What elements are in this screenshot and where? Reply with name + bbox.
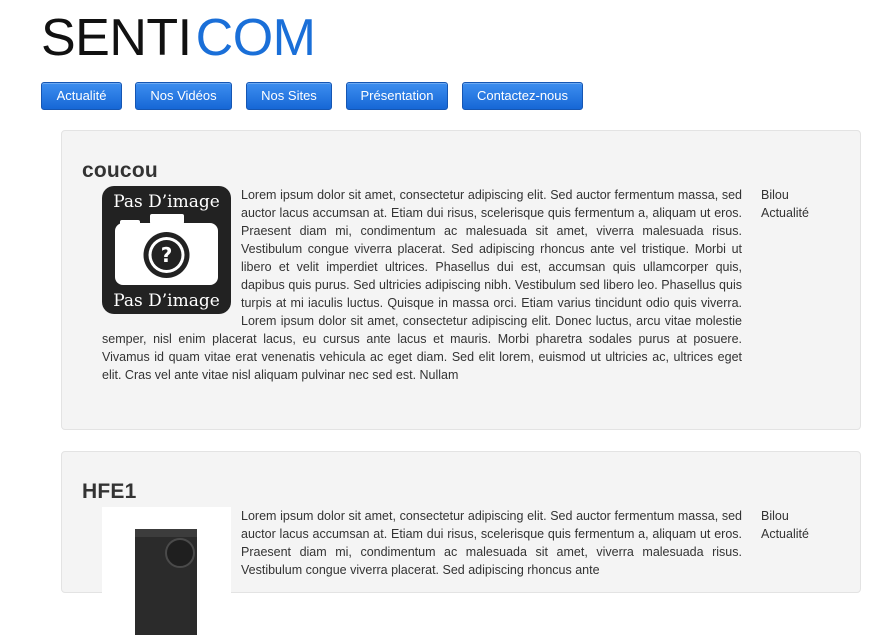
post-category[interactable]: Actualité: [761, 204, 809, 222]
post-title[interactable]: HFE1: [82, 479, 136, 505]
nav-button-presentation[interactable]: Présentation: [346, 82, 448, 110]
post-category[interactable]: Actualité: [761, 525, 809, 543]
post-meta: Bilou Actualité: [761, 507, 809, 543]
nav-button-nos-videos[interactable]: Nos Vidéos: [135, 82, 232, 110]
post-image[interactable]: [102, 507, 231, 635]
logo-text-senti: SENTI: [41, 9, 192, 67]
post-author[interactable]: Bilou: [761, 507, 809, 525]
speaker-image: [135, 529, 197, 635]
placeholder-caption-top: Pas D’image: [113, 192, 220, 212]
logo-text-com: COM: [195, 9, 316, 67]
site-logo[interactable]: SENTICOM: [41, 9, 316, 67]
post-meta: Bilou Actualité: [761, 186, 809, 222]
nav-button-contact[interactable]: Contactez-nous: [462, 82, 583, 110]
post-title[interactable]: coucou: [82, 158, 158, 184]
svg-text:?: ?: [161, 243, 173, 267]
post-text: Lorem ipsum dolor sit amet, consectetur …: [241, 509, 742, 577]
post-author[interactable]: Bilou: [761, 186, 809, 204]
no-image-placeholder[interactable]: Pas D’image ? Pas D’image: [102, 186, 231, 314]
post-body: Pas D’image ? Pas D’image Lorem ipsum do…: [102, 186, 742, 384]
post-card: HFE1 Lorem ipsum dolor sit amet, consect…: [61, 451, 861, 635]
post-body: Lorem ipsum dolor sit amet, consectetur …: [102, 507, 742, 635]
placeholder-caption-bottom: Pas D’image: [113, 291, 220, 311]
post-card: coucou Pas D’image ? Pas D’image Lorem i…: [61, 130, 861, 430]
nav-button-actualite[interactable]: Actualité: [41, 82, 122, 110]
nav-button-nos-sites[interactable]: Nos Sites: [246, 82, 332, 110]
camera-icon: ?: [115, 214, 218, 285]
